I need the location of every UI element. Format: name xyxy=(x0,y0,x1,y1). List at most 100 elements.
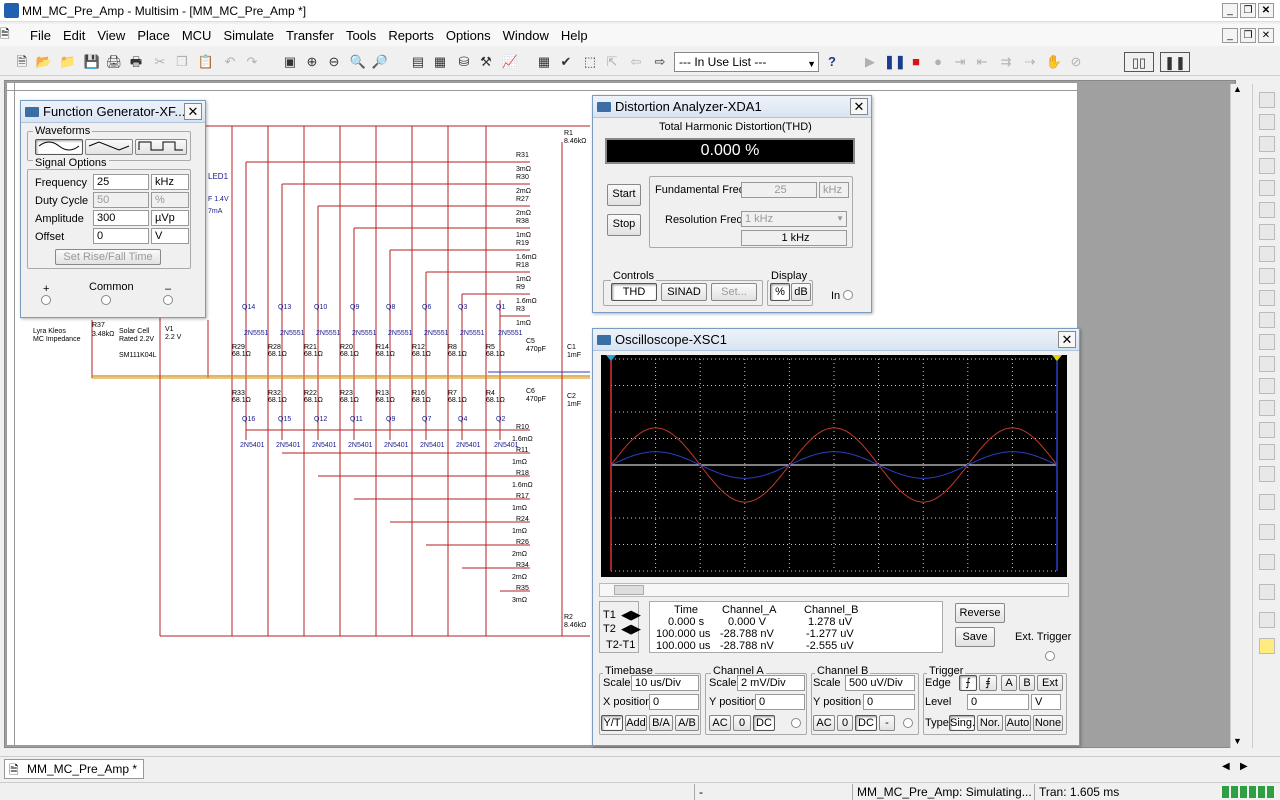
close-icon[interactable]: ✕ xyxy=(184,103,202,120)
agilent-generator-icon[interactable] xyxy=(1259,400,1275,416)
auto-trigger-button[interactable]: Auto xyxy=(1005,715,1031,731)
distortion-analyzer-window[interactable]: Distortion Analyzer-XDA1 ✕ Total Harmoni… xyxy=(592,95,872,313)
ab-button[interactable]: A/B xyxy=(675,715,699,731)
current-probe-icon[interactable] xyxy=(1259,554,1275,570)
timebase-scale-field[interactable]: 10 us/Div xyxy=(631,675,699,691)
sine-wave-button[interactable] xyxy=(35,139,83,155)
channel-a-ac-button[interactable]: AC xyxy=(709,715,731,731)
triangle-wave-button[interactable] xyxy=(85,139,133,155)
channel-a-zero-button[interactable]: 0 xyxy=(733,715,751,731)
distortion-analyzer-header[interactable]: Distortion Analyzer-XDA1 ✕ xyxy=(593,96,871,118)
ba-button[interactable]: B/A xyxy=(649,715,673,731)
tektronix-scope-icon[interactable] xyxy=(1259,466,1275,482)
scroll-down-icon[interactable]: ▼ xyxy=(1233,736,1242,746)
square-wave-button[interactable] xyxy=(135,139,187,155)
trigger-b-button[interactable]: B xyxy=(1019,675,1035,691)
percent-button[interactable]: % xyxy=(770,283,790,301)
offset-field[interactable]: 0 xyxy=(93,228,149,244)
thd-button[interactable]: THD xyxy=(611,283,657,301)
trigger-ext-button[interactable]: Ext xyxy=(1037,675,1063,691)
bode-plotter-icon[interactable] xyxy=(1259,202,1275,218)
channel-b-dc-button[interactable]: DC xyxy=(855,715,877,731)
oscilloscope-window[interactable]: Oscilloscope-XSC1 ✕ T1 T2 T2-T1 ◀▶ ◀▶ Ti… xyxy=(592,328,1080,746)
frequency-unit[interactable]: kHz xyxy=(151,174,189,190)
start-button[interactable]: Start xyxy=(607,184,641,206)
frequency-field[interactable]: 25 xyxy=(93,174,149,190)
channel-b-ypos-field[interactable]: 0 xyxy=(863,694,915,710)
level-unit[interactable]: V xyxy=(1031,694,1061,710)
falling-edge-icon[interactable]: ⨎ xyxy=(979,675,997,691)
minus-terminal[interactable] xyxy=(163,295,173,305)
offset-unit[interactable]: V xyxy=(151,228,189,244)
single-trigger-button[interactable]: Sing. xyxy=(949,715,975,731)
four-channel-scope-icon[interactable] xyxy=(1259,180,1275,196)
tab-scroll-right-icon[interactable]: ▶ xyxy=(1240,761,1248,772)
logic-converter-icon[interactable] xyxy=(1259,268,1275,284)
wattmeter-icon[interactable] xyxy=(1259,136,1275,152)
logic-analyzer-icon[interactable] xyxy=(1259,290,1275,306)
trigger-a-button[interactable]: A xyxy=(1001,675,1017,691)
measurement-probe-icon[interactable] xyxy=(1259,524,1275,540)
frequency-counter-icon[interactable] xyxy=(1259,224,1275,240)
channel-b-scale-field[interactable]: 500 uV/Div xyxy=(845,675,915,691)
fundamental-freq-unit[interactable]: kHz xyxy=(819,182,849,198)
plus-terminal[interactable] xyxy=(41,295,51,305)
distortion-analyzer-icon[interactable] xyxy=(1259,334,1275,350)
vertical-scrollbar[interactable]: ▲ ▼ xyxy=(1230,84,1246,748)
normal-trigger-button[interactable]: Nor. xyxy=(977,715,1003,731)
tab-scroll-left-icon[interactable]: ◀ xyxy=(1222,761,1230,772)
db-button[interactable]: dB xyxy=(791,283,811,301)
oscilloscope-icon[interactable] xyxy=(1259,158,1275,174)
input-terminal[interactable] xyxy=(843,290,853,300)
channel-a-ypos-field[interactable]: 0 xyxy=(755,694,805,710)
channel-b-minus-button[interactable]: - xyxy=(879,715,895,731)
ni-elvis-icon[interactable] xyxy=(1259,584,1275,600)
spectrum-analyzer-icon[interactable] xyxy=(1259,356,1275,372)
rising-edge-icon[interactable]: ⨍ xyxy=(959,675,977,691)
function-generator-icon[interactable] xyxy=(1259,114,1275,130)
channel-b-zero-button[interactable]: 0 xyxy=(837,715,853,731)
yt-button[interactable]: Y/T xyxy=(601,715,623,731)
amplitude-field[interactable]: 300 xyxy=(93,210,149,226)
screen-horizontal-scrollbar[interactable] xyxy=(599,583,1069,597)
amplitude-unit[interactable]: µVp xyxy=(151,210,189,226)
sinad-button[interactable]: SINAD xyxy=(661,283,707,301)
channel-b-terminal[interactable] xyxy=(903,718,913,728)
close-icon[interactable]: ✕ xyxy=(1058,331,1076,348)
fundamental-freq-field[interactable]: 25 xyxy=(741,182,817,198)
document-tab[interactable]: 🗎 MM_MC_Pre_Amp * xyxy=(4,759,145,779)
labview-icon[interactable] xyxy=(1259,494,1275,510)
channel-b-ac-button[interactable]: AC xyxy=(813,715,835,731)
save-button[interactable]: Save xyxy=(955,627,995,647)
set-button[interactable]: Set... xyxy=(711,283,757,301)
channel-a-terminal[interactable] xyxy=(791,718,801,728)
t2-arrows-icon[interactable]: ◀▶ xyxy=(621,621,641,637)
scroll-thumb[interactable] xyxy=(614,585,644,595)
oscilloscope-header[interactable]: Oscilloscope-XSC1 ✕ xyxy=(593,329,1079,351)
function-generator-window[interactable]: Function Generator-XF... ✕ Waveforms Sig… xyxy=(20,100,206,318)
common-terminal[interactable] xyxy=(101,295,111,305)
level-field[interactable]: 0 xyxy=(967,694,1029,710)
oscilloscope-screen[interactable] xyxy=(601,355,1067,577)
close-icon[interactable]: ✕ xyxy=(850,98,868,115)
duty-cycle-unit[interactable]: % xyxy=(151,192,189,208)
add-button[interactable]: Add xyxy=(625,715,647,731)
voltage-probe-icon[interactable] xyxy=(1259,638,1275,654)
agilent-scope-icon[interactable] xyxy=(1259,444,1275,460)
iv-analyzer-icon[interactable] xyxy=(1259,312,1275,328)
x-position-field[interactable]: 0 xyxy=(649,694,699,710)
agilent-multimeter-icon[interactable] xyxy=(1259,422,1275,438)
duty-cycle-field[interactable]: 50 xyxy=(93,192,149,208)
scroll-up-icon[interactable]: ▲ xyxy=(1233,84,1242,94)
channel-a-scale-field[interactable]: 2 mV/Div xyxy=(737,675,805,691)
reverse-button[interactable]: Reverse xyxy=(955,603,1005,623)
channel-a-dc-button[interactable]: DC xyxy=(753,715,775,731)
ext-trigger-terminal[interactable] xyxy=(1045,651,1055,661)
probe-icon[interactable] xyxy=(1259,612,1275,628)
resolution-freq-select[interactable]: 1 kHz ▼ xyxy=(741,211,847,227)
set-rise-fall-button[interactable]: Set Rise/Fall Time xyxy=(55,249,161,265)
function-generator-header[interactable]: Function Generator-XF... ✕ xyxy=(21,101,205,123)
stop-button[interactable]: Stop xyxy=(607,214,641,236)
network-analyzer-icon[interactable] xyxy=(1259,378,1275,394)
multimeter-icon[interactable] xyxy=(1259,92,1275,108)
